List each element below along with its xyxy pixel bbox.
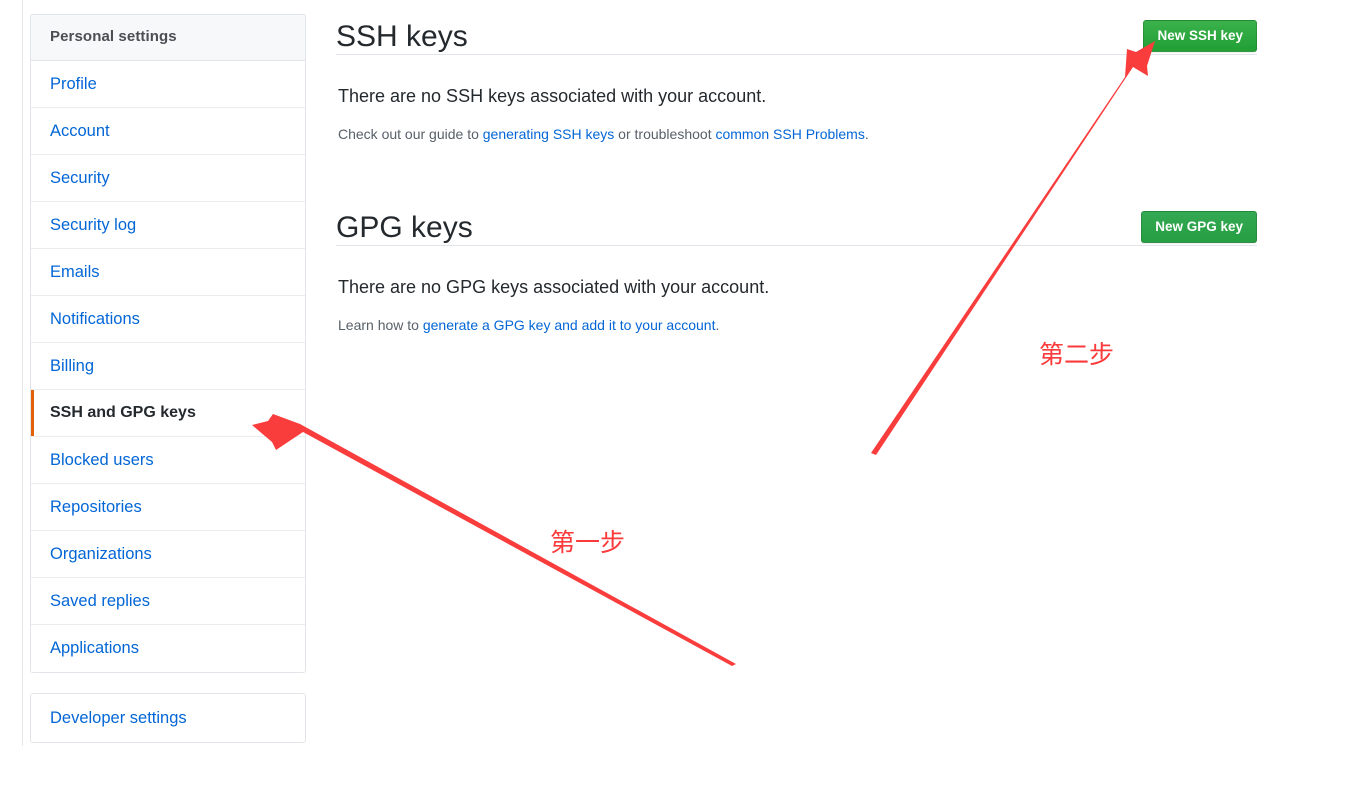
ssh-empty-message: There are no SSH keys associated with yo… <box>338 86 767 106</box>
common-ssh-problems-link[interactable]: common SSH Problems <box>715 126 864 142</box>
gpg-help-suffix: . <box>715 317 720 333</box>
sidebar-item-security[interactable]: Security <box>31 155 305 202</box>
gpg-help-text: Learn how to generate a GPG key and add … <box>336 299 1257 335</box>
ssh-help-text: Check out our guide to generating SSH ke… <box>336 108 1257 144</box>
gpg-keys-section: GPG keys New GPG key There are no GPG ke… <box>336 191 1257 335</box>
generate-gpg-key-link[interactable]: generate a GPG key and add it to your ac… <box>423 317 716 333</box>
ssh-keys-section: SSH keys New SSH key There are no SSH ke… <box>336 0 1257 144</box>
ssh-page-title: SSH keys <box>336 20 468 53</box>
ssh-help-suffix: . <box>864 126 869 142</box>
gpg-page-title: GPG keys <box>336 211 473 244</box>
sidebar-item-security-log[interactable]: Security log <box>31 202 305 249</box>
generating-ssh-keys-link[interactable]: generating SSH keys <box>483 126 615 142</box>
new-ssh-key-button[interactable]: New SSH key <box>1143 20 1257 52</box>
sidebar-item-blocked-users[interactable]: Blocked users <box>31 437 305 484</box>
gpg-help-prefix: Learn how to <box>338 317 423 333</box>
main-content: SSH keys New SSH key There are no SSH ke… <box>336 0 1257 335</box>
sidebar-item-emails[interactable]: Emails <box>31 249 305 296</box>
sidebar-item-developer-settings[interactable]: Developer settings <box>31 694 305 742</box>
gpg-section-header: GPG keys New GPG key <box>336 191 1257 245</box>
ssh-help-middle: or troubleshoot <box>614 126 716 142</box>
sidebar-item-billing[interactable]: Billing <box>31 343 305 390</box>
settings-sidebar: Personal settings Profile Account Securi… <box>30 14 306 743</box>
annotation-label-step2: 第二步 <box>1039 340 1115 369</box>
developer-settings-menu: Developer settings <box>30 693 306 743</box>
annotation-label-step1: 第一步 <box>550 528 626 557</box>
annotation-arrow-step1 <box>252 414 736 666</box>
sidebar-item-notifications[interactable]: Notifications <box>31 296 305 343</box>
sidebar-heading: Personal settings <box>31 15 305 61</box>
sidebar-item-ssh-and-gpg-keys[interactable]: SSH and GPG keys <box>31 390 305 437</box>
sidebar-item-profile[interactable]: Profile <box>31 61 305 108</box>
sidebar-item-account[interactable]: Account <box>31 108 305 155</box>
personal-settings-menu: Personal settings Profile Account Securi… <box>30 14 306 673</box>
sidebar-item-repositories[interactable]: Repositories <box>31 484 305 531</box>
ssh-section-header: SSH keys New SSH key <box>336 0 1257 54</box>
sidebar-item-applications[interactable]: Applications <box>31 625 305 672</box>
gpg-empty-message: There are no GPG keys associated with yo… <box>338 277 770 297</box>
sidebar-item-organizations[interactable]: Organizations <box>31 531 305 578</box>
new-gpg-key-button[interactable]: New GPG key <box>1141 211 1257 243</box>
ssh-help-prefix: Check out our guide to <box>338 126 483 142</box>
page-left-border <box>22 0 23 746</box>
sidebar-item-saved-replies[interactable]: Saved replies <box>31 578 305 625</box>
